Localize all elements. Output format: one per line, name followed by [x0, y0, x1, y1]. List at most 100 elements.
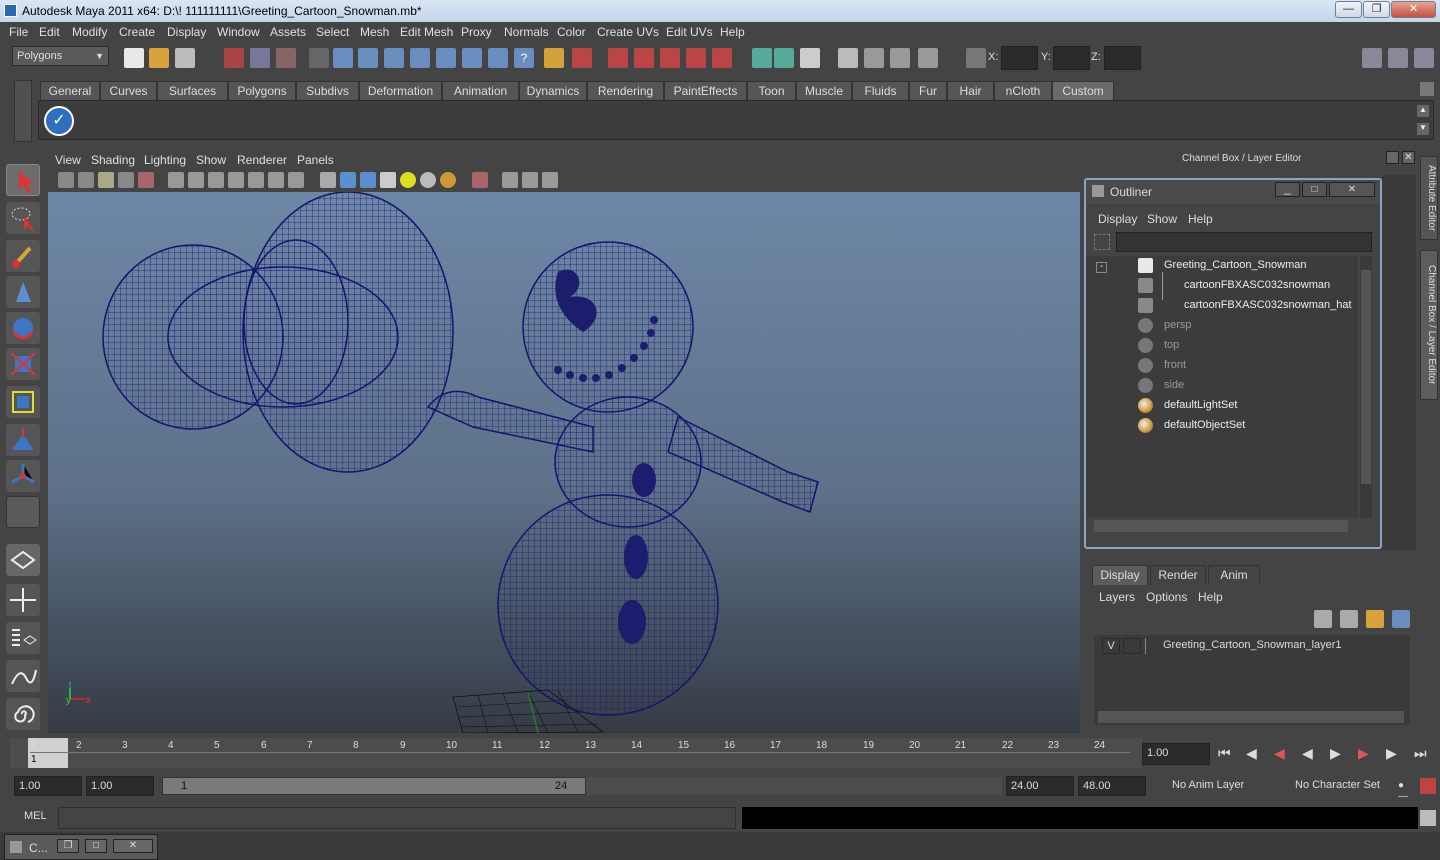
- shelf-menu-handle[interactable]: [14, 80, 32, 142]
- wireframe-on-shaded-icon[interactable]: [360, 172, 376, 188]
- start-time-field[interactable]: 1.00: [14, 776, 82, 796]
- mel-label[interactable]: MEL: [24, 810, 47, 822]
- toggle-attribute-editor-icon[interactable]: [1362, 48, 1382, 68]
- key-icon[interactable]: ●—: [1398, 780, 1412, 802]
- tab-general[interactable]: General: [40, 81, 100, 101]
- single-pane-layout-icon[interactable]: [6, 544, 40, 576]
- menu-mesh[interactable]: Mesh: [360, 25, 389, 39]
- layer-menu-options[interactable]: Options: [1146, 590, 1187, 604]
- attribute-editor-tab[interactable]: Attribute Editor: [1420, 156, 1438, 240]
- layer-hscroll[interactable]: [1098, 711, 1404, 723]
- time-slider[interactable]: 1 1 2 3 4 5 6 7 8 9 10 11 12 13 14 15 16…: [10, 738, 1142, 768]
- layer-visibility-toggle[interactable]: V: [1102, 638, 1120, 654]
- panel-menu-panels[interactable]: Panels: [297, 153, 334, 167]
- xray-joints-icon[interactable]: [522, 172, 538, 188]
- tab-custom[interactable]: Custom: [1052, 81, 1114, 101]
- animation-preferences-icon[interactable]: [1420, 778, 1436, 794]
- history-icon[interactable]: [608, 48, 628, 68]
- outliner-close-button[interactable]: ✕: [1329, 182, 1375, 197]
- outliner-menu-help[interactable]: Help: [1188, 212, 1213, 226]
- lock-selection-icon[interactable]: [309, 48, 329, 68]
- channel-box-tab[interactable]: Channel Box / Layer Editor: [1420, 250, 1438, 400]
- snap-point-icon[interactable]: [384, 48, 404, 68]
- tab-painteffects[interactable]: PaintEffects: [664, 81, 747, 101]
- clapboard-icon[interactable]: [864, 48, 884, 68]
- current-time-field[interactable]: 1.00: [1142, 743, 1210, 765]
- soft-mod-icon[interactable]: [6, 424, 40, 456]
- script-editor-icon[interactable]: [1420, 810, 1436, 826]
- menu-file[interactable]: File: [9, 25, 28, 39]
- new-layer-icon[interactable]: [1366, 610, 1384, 628]
- toggle-tool-settings-icon[interactable]: [1388, 48, 1408, 68]
- ipr-render-icon[interactable]: [774, 48, 794, 68]
- panel-menu-renderer[interactable]: Renderer: [237, 153, 287, 167]
- layer-display-type-toggle[interactable]: [1123, 638, 1141, 654]
- xray-icon[interactable]: [502, 172, 518, 188]
- isolate-select-icon[interactable]: [472, 172, 488, 188]
- select-faces-icon[interactable]: [488, 48, 508, 68]
- outliner-menu-display[interactable]: Display: [1098, 212, 1137, 226]
- menu-display[interactable]: Display: [167, 25, 206, 39]
- tab-animation[interactable]: Animation: [442, 81, 519, 101]
- menu-normals[interactable]: Normals: [504, 25, 549, 39]
- outliner-menu-show[interactable]: Show: [1147, 212, 1177, 226]
- step-back-frame-icon[interactable]: ◀: [1246, 745, 1257, 762]
- layer-move-up-icon[interactable]: [1314, 610, 1332, 628]
- batch-render-icon[interactable]: [890, 48, 910, 68]
- x-field[interactable]: [1001, 46, 1038, 70]
- step-forward-key-icon[interactable]: ▶: [1358, 745, 1369, 762]
- open-scene-icon[interactable]: [149, 48, 169, 68]
- tab-deformation[interactable]: Deformation: [359, 81, 442, 101]
- end-time-field[interactable]: 48.00: [1078, 776, 1146, 796]
- film-gate-icon[interactable]: [188, 172, 204, 188]
- last-tool-icon[interactable]: [6, 496, 40, 528]
- outliner-minimize-button[interactable]: _: [1275, 182, 1300, 197]
- character-set-dropdown[interactable]: No Character Set: [1291, 776, 1393, 796]
- select-object-icon[interactable]: [250, 48, 270, 68]
- outliner-search-field[interactable]: [1116, 232, 1372, 252]
- tab-surfaces[interactable]: Surfaces: [157, 81, 228, 101]
- panel-menu-show[interactable]: Show: [196, 153, 226, 167]
- tab-curves[interactable]: Curves: [100, 81, 157, 101]
- outliner-hscroll[interactable]: [1094, 520, 1348, 532]
- menu-edit-uvs[interactable]: Edit UVs: [666, 25, 713, 39]
- menu-help[interactable]: Help: [720, 25, 745, 39]
- outliner-vscroll-thumb[interactable]: [1361, 270, 1371, 484]
- close-button[interactable]: ✕: [1391, 1, 1436, 18]
- viewport-3d[interactable]: y x z: [48, 192, 1080, 733]
- default-lighting-icon[interactable]: [400, 172, 416, 188]
- two-d-pan-icon[interactable]: [138, 172, 154, 188]
- menu-color[interactable]: Color: [557, 25, 586, 39]
- menu-modify[interactable]: Modify: [72, 25, 107, 39]
- tab-rendering[interactable]: Rendering: [587, 81, 664, 101]
- y-field[interactable]: [1053, 46, 1090, 70]
- checkmark-icon[interactable]: ✓: [44, 106, 74, 136]
- z-field[interactable]: [1104, 46, 1141, 70]
- snap-grid-icon[interactable]: [333, 48, 353, 68]
- layer-menu-help[interactable]: Help: [1198, 590, 1223, 604]
- magnet-icon[interactable]: [712, 48, 732, 68]
- output-ops-icon[interactable]: [660, 48, 680, 68]
- high-quality-icon[interactable]: [542, 172, 558, 188]
- graph-layout-icon[interactable]: [6, 660, 40, 692]
- panel-menu-view[interactable]: View: [55, 153, 81, 167]
- tab-dynamics[interactable]: Dynamics: [519, 81, 587, 101]
- menu-edit[interactable]: Edit: [39, 25, 60, 39]
- menu-assets[interactable]: Assets: [270, 25, 306, 39]
- restore-window-icon[interactable]: ❐: [57, 839, 79, 853]
- shelf-scroll-up-icon[interactable]: ▲: [1417, 105, 1429, 117]
- range-slider-track[interactable]: [586, 777, 1002, 795]
- smooth-shade-icon[interactable]: [340, 172, 356, 188]
- minimized-window[interactable]: C... ❐ □ ✕: [4, 834, 158, 860]
- tab-toon[interactable]: Toon: [747, 81, 796, 101]
- scale-tool-icon[interactable]: [6, 348, 40, 380]
- select-tool-icon[interactable]: [6, 164, 40, 196]
- render-view-icon[interactable]: [918, 48, 938, 68]
- rotate-tool-icon[interactable]: [6, 312, 40, 344]
- tab-hair[interactable]: Hair: [947, 81, 994, 101]
- layer-tab-display[interactable]: Display: [1092, 565, 1148, 585]
- step-back-key-icon[interactable]: ◀: [1274, 745, 1285, 762]
- grid-icon[interactable]: [168, 172, 184, 188]
- four-pane-layout-icon[interactable]: [6, 584, 40, 616]
- toggle-channel-box-icon[interactable]: [1414, 48, 1434, 68]
